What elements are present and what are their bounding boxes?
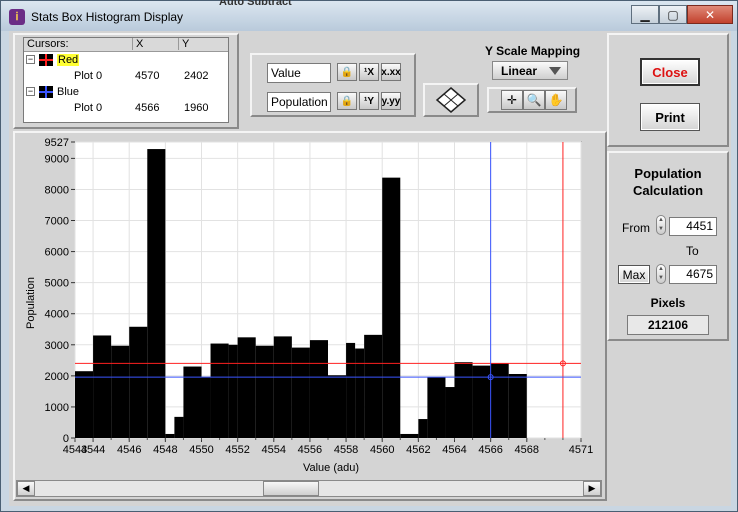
histogram-bar xyxy=(93,335,112,438)
x-tick-label: 4554 xyxy=(262,444,286,456)
histogram-bar xyxy=(508,373,527,438)
x-tick-label: 4548 xyxy=(153,444,177,456)
histogram-bar xyxy=(382,177,401,438)
close-button[interactable]: Close xyxy=(640,58,700,86)
window-close-button[interactable]: ✕ xyxy=(687,5,733,24)
histogram-bar xyxy=(427,377,446,438)
histogram-bar xyxy=(490,363,509,438)
histogram-bar xyxy=(75,371,94,438)
x-tick-label: 4562 xyxy=(406,444,430,456)
histogram-bar xyxy=(165,433,175,438)
client-area: Cursors: X Y − Red Plot 0 4570 2402 − Bl… xyxy=(9,31,731,506)
y-tick-label: 8000 xyxy=(45,184,69,196)
from-spinner-icon[interactable]: ▲ ▼ xyxy=(656,215,666,235)
window-title: Stats Box Histogram Display xyxy=(31,10,184,24)
x-tick-label: 4560 xyxy=(370,444,394,456)
x-tick-label: 4546 xyxy=(117,444,141,456)
y-tick-label: 9000 xyxy=(45,153,69,165)
x-tick-label: 4566 xyxy=(478,444,502,456)
y-tick-label: 3000 xyxy=(45,340,69,352)
histogram-bar xyxy=(400,433,419,438)
print-button[interactable]: Print xyxy=(640,103,700,131)
x-tick-label: 4564 xyxy=(442,444,466,456)
y-tick-label: 5000 xyxy=(45,278,69,290)
title-bar[interactable]: Ꭵ Auto Subtract Stats Box Histogram Disp… xyxy=(1,0,737,31)
to-value-field[interactable]: 4675 xyxy=(669,265,717,284)
histogram-bar xyxy=(129,326,148,438)
histogram-bar xyxy=(418,419,428,438)
histogram-bar xyxy=(364,334,383,438)
y-tick-label: 4000 xyxy=(45,309,69,321)
histogram-bar xyxy=(255,345,274,438)
histogram-window: Ꭵ Auto Subtract Stats Box Histogram Disp… xyxy=(0,0,738,512)
histogram-bar xyxy=(174,416,184,438)
histogram-chart[interactable]: 0100020003000400050006000700080009000952… xyxy=(9,31,609,481)
max-button[interactable]: Max xyxy=(618,265,650,284)
histogram-bar xyxy=(210,343,229,438)
pixels-value: 212106 xyxy=(627,315,709,335)
background-window-title: Auto Subtract xyxy=(219,0,292,8)
histogram-bar xyxy=(111,345,130,438)
histogram-bar xyxy=(346,342,356,438)
x-tick-label: 4568 xyxy=(515,444,539,456)
scroll-left-icon[interactable]: ◀ xyxy=(17,481,35,496)
from-value-field[interactable]: 4451 xyxy=(669,217,717,236)
histogram-bar xyxy=(309,340,328,438)
y-tick-label: 2000 xyxy=(45,371,69,383)
from-label: From xyxy=(622,221,650,235)
scroll-right-icon[interactable]: ▶ xyxy=(583,481,601,496)
histogram-bar xyxy=(201,376,211,438)
histogram-bar xyxy=(147,149,166,438)
x-tick-label: 4550 xyxy=(189,444,213,456)
y-tick-label: 1000 xyxy=(45,402,69,414)
y-tick-label: 7000 xyxy=(45,216,69,228)
y-tick-label: 6000 xyxy=(45,247,69,259)
population-title: Population Calculation xyxy=(632,166,704,198)
y-tick-label: 9527 xyxy=(45,137,69,149)
histogram-bar xyxy=(355,348,365,438)
histogram-bar xyxy=(291,347,310,438)
y-axis-title: Population xyxy=(25,277,37,329)
minimize-button[interactable]: ▁ xyxy=(631,5,659,24)
pixels-label: Pixels xyxy=(650,296,686,310)
histogram-bar xyxy=(445,387,455,438)
x-axis-title: Value (adu) xyxy=(302,462,360,474)
to-label: To xyxy=(686,244,699,258)
scroll-thumb[interactable] xyxy=(263,481,319,496)
x-tick-label: 4544 xyxy=(81,444,105,456)
histogram-bar xyxy=(237,337,256,438)
app-icon: Ꭵ xyxy=(9,9,25,25)
x-tick-label: 4552 xyxy=(225,444,249,456)
x-tick-label: 4558 xyxy=(334,444,358,456)
to-spinner-icon[interactable]: ▲ ▼ xyxy=(656,264,666,284)
x-tick-label: 4571 xyxy=(569,444,593,456)
maximize-button[interactable]: ▢ xyxy=(659,5,687,24)
histogram-bar xyxy=(454,362,473,438)
histogram-bar xyxy=(228,344,238,438)
histogram-bar xyxy=(273,336,292,438)
x-tick-label: 4556 xyxy=(298,444,322,456)
histogram-bar xyxy=(328,375,347,438)
horizontal-scrollbar[interactable]: ◀ ▶ xyxy=(16,480,602,497)
